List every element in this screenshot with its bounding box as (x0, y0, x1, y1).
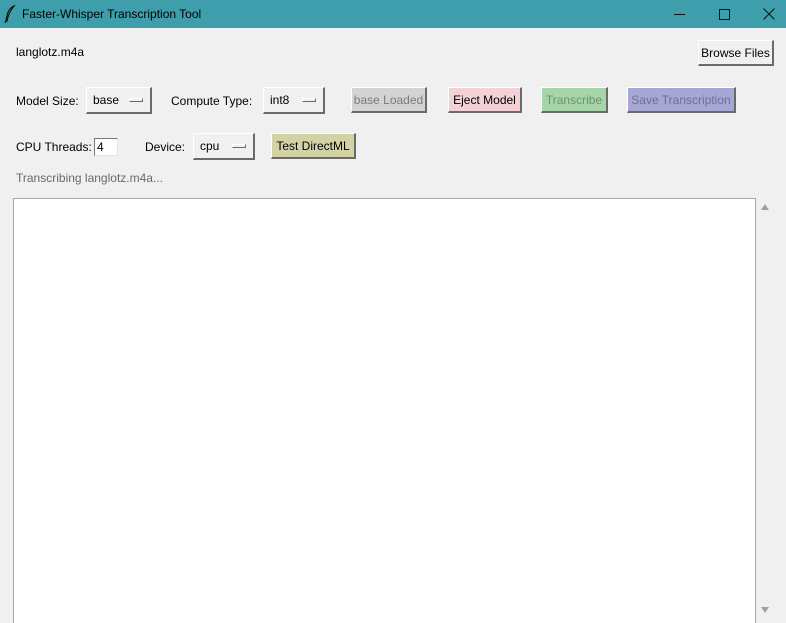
title-bar: Faster-Whisper Transcription Tool (0, 0, 786, 28)
model-loaded-button[interactable]: base Loaded (351, 87, 427, 113)
eject-model-button[interactable]: Eject Model (448, 87, 522, 113)
model-size-label: Model Size: (16, 94, 79, 108)
dropdown-indicator-icon (129, 98, 143, 102)
transcribe-button[interactable]: Transcribe (541, 87, 608, 113)
feather-icon (4, 4, 16, 24)
vertical-scrollbar[interactable] (757, 198, 773, 623)
status-text: Transcribing langlotz.m4a... (16, 171, 163, 185)
save-transcription-button[interactable]: Save Transcription (627, 87, 736, 113)
test-directml-button[interactable]: Test DirectML (271, 133, 356, 159)
dropdown-indicator-icon (232, 144, 246, 148)
scroll-up-icon[interactable] (760, 203, 770, 211)
window-title: Faster-Whisper Transcription Tool (22, 7, 202, 21)
minimize-button[interactable] (656, 0, 702, 28)
cpu-threads-label: CPU Threads: (16, 140, 92, 154)
file-name-label: langlotz.m4a (16, 45, 85, 59)
transcription-textarea[interactable] (13, 198, 756, 623)
model-size-value: base (93, 93, 120, 107)
close-button[interactable] (746, 0, 786, 28)
device-value: cpu (200, 139, 220, 153)
dropdown-indicator-icon (302, 98, 316, 102)
device-label: Device: (145, 140, 186, 154)
cpu-threads-input[interactable] (94, 138, 118, 156)
close-icon (763, 8, 775, 20)
browse-files-button[interactable]: Browse Files (698, 40, 774, 66)
maximize-icon (718, 8, 730, 20)
maximize-button[interactable] (701, 0, 747, 28)
minimize-icon (673, 13, 685, 15)
compute-type-label: Compute Type: (171, 94, 253, 108)
device-dropdown[interactable]: cpu (193, 133, 255, 160)
compute-type-dropdown[interactable]: int8 (263, 87, 325, 114)
model-size-dropdown[interactable]: base (86, 87, 152, 114)
compute-type-value: int8 (270, 93, 290, 107)
scroll-down-icon[interactable] (760, 606, 770, 614)
